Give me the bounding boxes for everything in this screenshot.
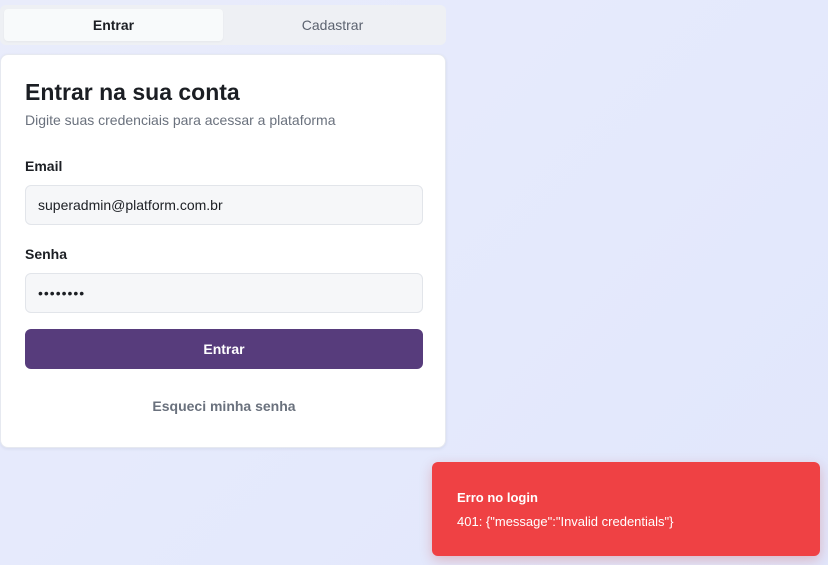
page-subtitle: Digite suas credenciais para acessar a p…: [25, 112, 336, 128]
toast-title: Erro no login: [457, 490, 538, 505]
auth-tabs: Entrar Cadastrar: [0, 5, 446, 45]
email-field[interactable]: [25, 185, 423, 225]
forgot-password-link[interactable]: Esqueci minha senha: [1, 398, 447, 414]
email-label: Email: [25, 158, 63, 174]
tab-cadastrar[interactable]: Cadastrar: [223, 9, 442, 41]
login-card: Entrar na sua conta Digite suas credenci…: [0, 54, 446, 448]
tab-entrar[interactable]: Entrar: [4, 9, 223, 41]
toast-message: 401: {"message":"Invalid credentials"}: [457, 514, 674, 529]
page-title: Entrar na sua conta: [25, 79, 240, 105]
error-toast[interactable]: Erro no login 401: {"message":"Invalid c…: [432, 462, 820, 556]
login-button[interactable]: Entrar: [25, 329, 423, 369]
password-field[interactable]: [25, 273, 423, 313]
password-label: Senha: [25, 246, 68, 262]
